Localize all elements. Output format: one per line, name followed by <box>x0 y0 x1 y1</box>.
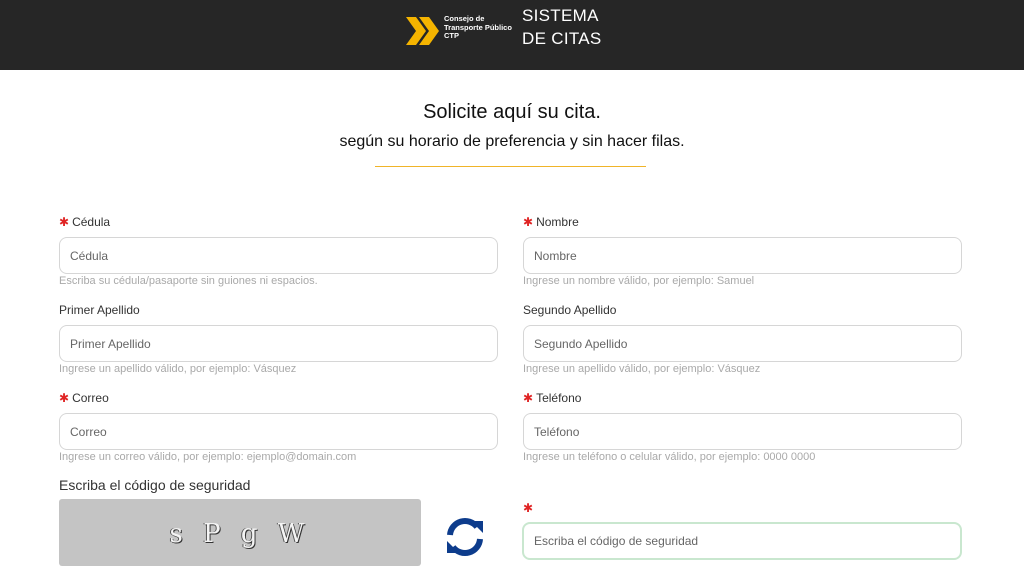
correo-label-text: Correo <box>72 391 109 405</box>
cedula-label-text: Cédula <box>72 215 111 229</box>
cedula-hint: Escriba su cédula/pasaporte sin guiones … <box>59 275 318 287</box>
required-mark: ✱ <box>523 391 534 405</box>
correo-hint: Ingrese un correo válido, por ejemplo: e… <box>59 451 357 463</box>
correo-input[interactable] <box>59 413 498 450</box>
logo-text-line3: CTP <box>444 31 459 40</box>
segundo-apellido-hint: Ingrese un apellido válido, por ejemplo:… <box>523 363 761 375</box>
telefono-label-text: Teléfono <box>536 391 582 405</box>
primer-apellido-input[interactable] <box>59 325 498 362</box>
required-mark: ✱ <box>59 215 70 229</box>
captcha-label: Escriba el código de seguridad <box>59 477 251 493</box>
telefono-hint: Ingrese un teléfono o celular válido, po… <box>523 451 816 463</box>
primer-apellido-hint: Ingrese un apellido válido, por ejemplo:… <box>59 363 297 375</box>
page-title: Solicite aquí su cita. <box>423 101 601 123</box>
captcha-code: s P g W <box>169 519 311 549</box>
top-header: Consejo de Transporte Público CTP SISTEM… <box>0 0 1024 70</box>
system-title-line2: DE CITAS <box>522 29 602 48</box>
telefono-input[interactable] <box>523 413 962 450</box>
ctp-logo-icon <box>406 17 439 45</box>
nombre-label: ✱ Nombre <box>523 215 579 229</box>
telefono-label: ✱ Teléfono <box>523 391 581 405</box>
cedula-label: ✱ Cédula <box>59 215 110 229</box>
logo-text: Consejo de Transporte Público CTP <box>444 14 520 41</box>
captcha-image: s P g W <box>59 499 421 566</box>
page-subtitle: según su horario de preferencia y sin ha… <box>339 133 685 150</box>
required-mark: ✱ <box>59 391 70 405</box>
nombre-hint: Ingrese un nombre válido, por ejemplo: S… <box>523 275 755 287</box>
segundo-apellido-input[interactable] <box>523 325 962 362</box>
required-mark: ✱ <box>523 215 534 229</box>
nombre-label-text: Nombre <box>536 215 579 229</box>
captcha-input[interactable] <box>522 522 962 560</box>
correo-label: ✱ Correo <box>59 391 109 405</box>
captcha-required-mark: ✱ <box>523 501 534 515</box>
segundo-apellido-label: Segundo Apellido <box>523 303 617 317</box>
system-title-line1: SISTEMA <box>522 6 599 25</box>
cedula-input[interactable] <box>59 237 498 274</box>
system-title: SISTEMA DE CITAS <box>522 4 602 50</box>
title-divider <box>375 166 646 167</box>
nombre-input[interactable] <box>523 237 962 274</box>
primer-apellido-label: Primer Apellido <box>59 303 140 317</box>
refresh-icon[interactable] <box>444 516 486 558</box>
